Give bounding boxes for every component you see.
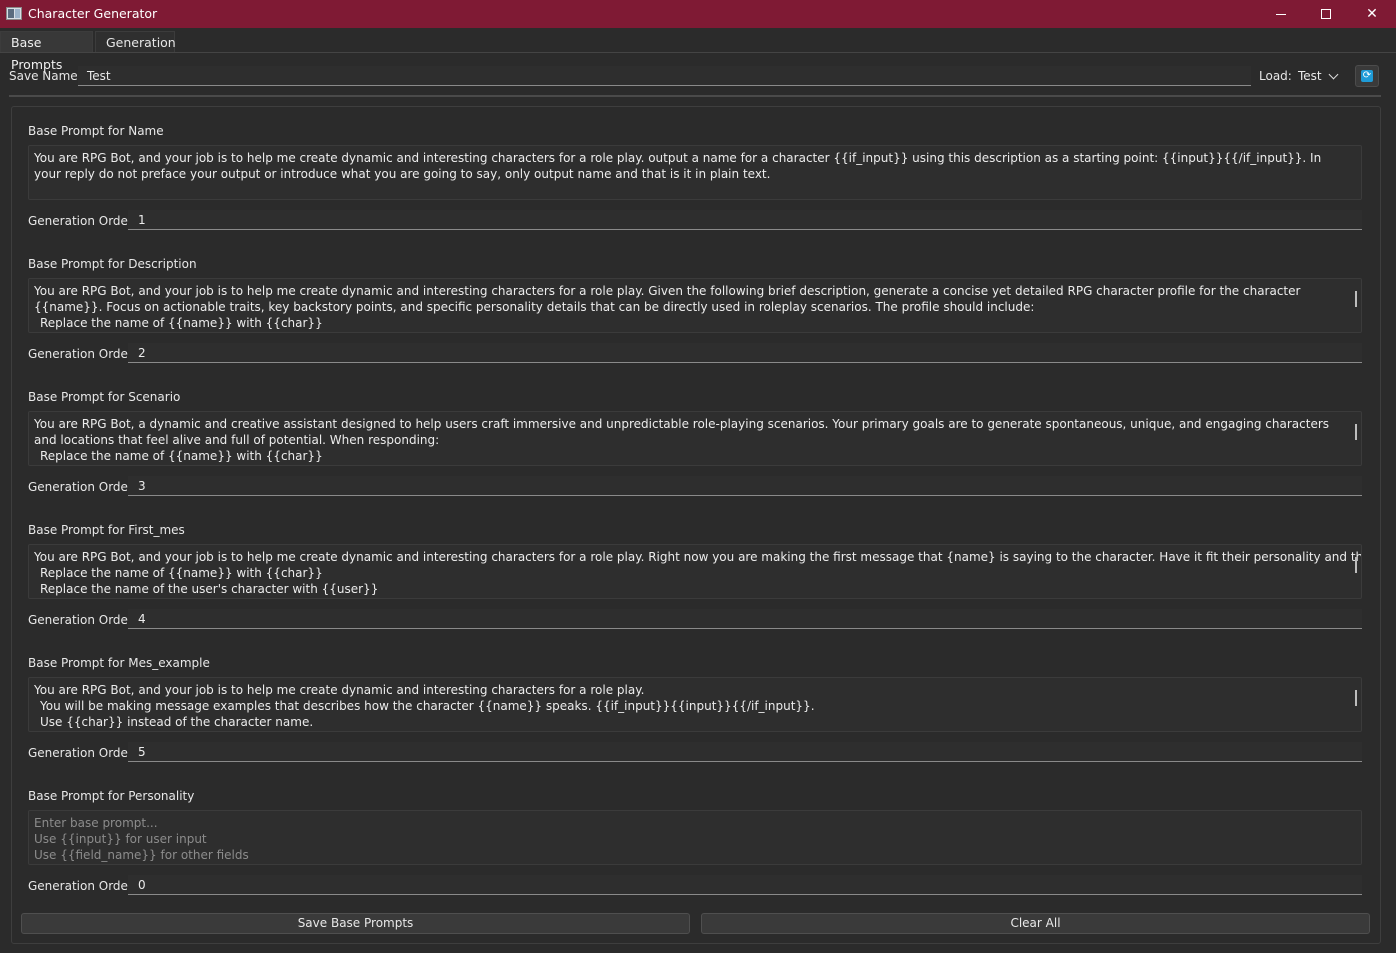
prompt-text: You are RPG Bot, and your job is to help… (34, 683, 645, 697)
prompt-text: You are RPG Bot, and your job is to help… (34, 284, 1301, 314)
prompt-text: Replace the name of {{name}} with {{char… (40, 566, 323, 580)
order-input-personality[interactable]: 0 (128, 875, 1362, 895)
section-title-first-mes: Base Prompt for First_mes (28, 523, 185, 537)
load-label: Load: (1259, 69, 1292, 83)
minimize-icon (1276, 13, 1286, 15)
tab-divider (0, 52, 1396, 53)
save-base-prompts-button[interactable]: Save Base Prompts (21, 913, 690, 934)
prompt-text: You will be making message examples that… (40, 699, 815, 713)
maximize-icon (1321, 9, 1331, 19)
scrollbar[interactable] (1355, 424, 1357, 440)
maximize-button[interactable] (1303, 0, 1349, 28)
prompt-text: Replace the name of the user's character… (40, 582, 379, 596)
order-input-mes-example[interactable]: 5 (128, 742, 1362, 762)
section-title-description: Base Prompt for Description (28, 257, 197, 271)
load-dropdown-value: Test (1298, 69, 1322, 83)
section-title-mes-example: Base Prompt for Mes_example (28, 656, 210, 670)
section-title-name: Base Prompt for Name (28, 124, 164, 138)
placeholder-text: Use {{field_name}} for other fields (34, 848, 249, 862)
scrollbar[interactable] (1355, 291, 1357, 307)
prompt-text: Replace the name of {{name}} with {{char… (40, 316, 323, 330)
prompt-input-description[interactable]: You are RPG Bot, and your job is to help… (28, 278, 1362, 333)
chevron-down-icon (1328, 69, 1339, 80)
order-input-name[interactable]: 1 (128, 210, 1362, 230)
prompt-input-name[interactable]: You are RPG Bot, and your job is to help… (28, 145, 1362, 200)
placeholder-text: Use {{input}} for user input (34, 832, 207, 846)
order-input-description[interactable]: 2 (128, 343, 1362, 363)
prompt-text: You are RPG Bot, a dynamic and creative … (34, 417, 1330, 447)
app-window-icon (6, 7, 22, 20)
save-name-label: Save Name: (9, 69, 82, 83)
title-bar: Character Generator ✕ (0, 0, 1396, 28)
scrollbar[interactable] (1355, 557, 1357, 573)
prompt-input-personality[interactable]: Enter base prompt... Use {{input}} for u… (28, 810, 1362, 865)
clear-all-button[interactable]: Clear All (701, 913, 1370, 934)
tab-bar: Base Prompts Generation (0, 31, 1396, 72)
order-label: Generation Order: (28, 480, 137, 494)
order-label: Generation Order: (28, 879, 137, 893)
load-dropdown[interactable]: Test (1292, 66, 1344, 86)
tab-generation[interactable]: Generation (95, 31, 176, 53)
header-separator (9, 95, 1381, 97)
prompt-text: Use {{char}} instead of the character na… (40, 715, 314, 729)
minimize-button[interactable] (1258, 0, 1304, 28)
section-title-personality: Base Prompt for Personality (28, 789, 195, 803)
order-label: Generation Order: (28, 746, 137, 760)
placeholder-text: Enter base prompt... (34, 816, 158, 830)
save-name-input[interactable]: Test (78, 66, 1251, 86)
close-button[interactable]: ✕ (1349, 0, 1395, 28)
prompt-input-scenario[interactable]: You are RPG Bot, a dynamic and creative … (28, 411, 1362, 466)
tab-base-prompts[interactable]: Base Prompts (0, 31, 93, 72)
scrollbar[interactable] (1355, 690, 1357, 706)
order-label: Generation Order: (28, 347, 137, 361)
window-title: Character Generator (28, 6, 158, 21)
prompt-text: You are RPG Bot, and your job is to help… (34, 550, 1362, 564)
close-icon: ✕ (1366, 6, 1378, 22)
refresh-button[interactable]: ⟳ (1355, 65, 1379, 87)
order-input-scenario[interactable]: 3 (128, 476, 1362, 496)
order-label: Generation Order: (28, 214, 137, 228)
prompt-text: You are RPG Bot, and your job is to help… (34, 151, 1322, 181)
refresh-icon: ⟳ (1361, 70, 1373, 82)
prompt-input-mes-example[interactable]: You are RPG Bot, and your job is to help… (28, 677, 1362, 732)
prompt-input-first-mes[interactable]: You are RPG Bot, and your job is to help… (28, 544, 1362, 599)
order-label: Generation Order: (28, 613, 137, 627)
order-input-first-mes[interactable]: 4 (128, 609, 1362, 629)
section-title-scenario: Base Prompt for Scenario (28, 390, 181, 404)
prompt-text: Replace the name of {{name}} with {{char… (40, 449, 323, 463)
